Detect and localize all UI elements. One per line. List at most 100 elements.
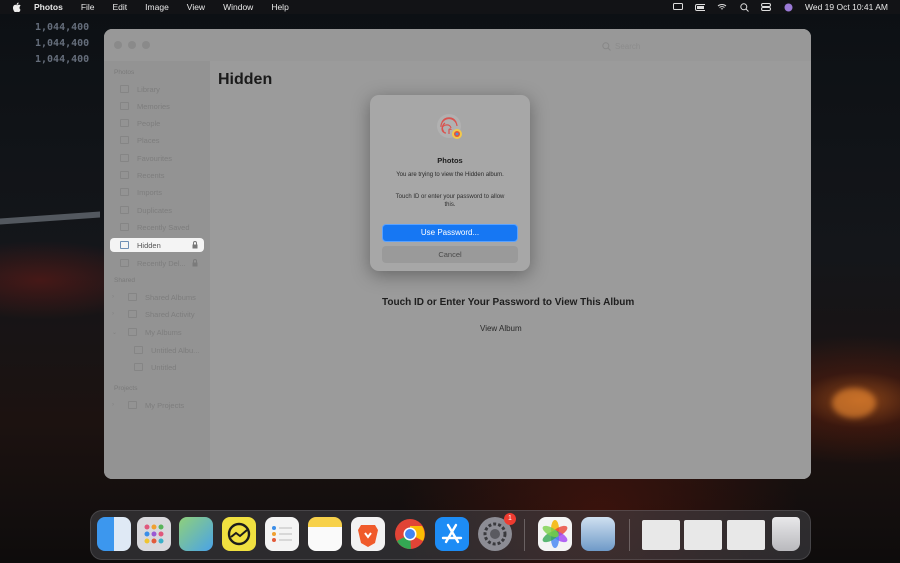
saved-icon <box>120 223 129 231</box>
sidebar-section-shared: Shared <box>114 277 135 284</box>
dock-separator <box>629 519 630 551</box>
window-titlebar[interactable]: Search <box>104 29 811 61</box>
brave-icon[interactable] <box>351 517 385 551</box>
sidebar-item-people[interactable]: People <box>110 116 204 130</box>
sidebar-item-places[interactable]: Places <box>110 133 204 147</box>
hidden-icon <box>120 241 129 249</box>
memories-icon <box>120 102 129 110</box>
wifi-icon[interactable] <box>717 2 727 12</box>
sidebar-item-untitled-album[interactable]: Untitled Albu... <box>110 343 204 357</box>
chevron-down-icon[interactable]: ⌄ <box>112 329 117 336</box>
sidebar-item-label: Untitled <box>151 362 177 372</box>
sidebar-item-label: My Projects <box>145 400 185 410</box>
close-button[interactable] <box>114 41 122 49</box>
sidebar-section-photos: Photos <box>114 69 135 76</box>
system-preferences-icon[interactable]: 1 <box>478 513 516 551</box>
dock-separator <box>524 519 525 551</box>
notes-icon[interactable] <box>308 517 342 551</box>
wallpaper-number: 1,044,400 <box>35 38 90 49</box>
sidebar-item-favourites[interactable]: Favourites <box>110 151 204 165</box>
touch-id-dialog: Photos You are trying to view the Hidden… <box>370 95 530 271</box>
menu-app-name[interactable]: Photos <box>34 2 63 12</box>
minimize-button[interactable] <box>128 41 136 49</box>
view-album-button[interactable]: View Album <box>480 324 522 333</box>
clock-datetime[interactable]: Wed 19 Oct 10:41 AM <box>805 2 888 12</box>
sidebar-item-recents[interactable]: Recents <box>110 168 204 182</box>
sidebar-item-shared-activity[interactable]: › Shared Activity <box>110 307 204 321</box>
cancel-button[interactable]: Cancel <box>382 246 518 263</box>
dialog-message: You are trying to view the Hidden album. <box>396 172 504 178</box>
zoom-button[interactable] <box>142 41 150 49</box>
menu-image[interactable]: Image <box>145 2 169 12</box>
sidebar-item-my-projects[interactable]: › My Projects <box>110 398 204 412</box>
locked-album-message: Touch ID or Enter Your Password to View … <box>382 297 635 308</box>
heart-icon <box>120 154 129 162</box>
chrome-icon[interactable] <box>393 517 427 551</box>
sidebar-item-library[interactable]: Library <box>110 82 204 96</box>
sidebar-item-untitled[interactable]: Untitled <box>110 360 204 374</box>
search-icon[interactable] <box>739 2 749 12</box>
sidebar-item-memories[interactable]: Memories <box>110 99 204 113</box>
finder-icon[interactable] <box>97 517 131 551</box>
search-field[interactable]: Search <box>602 39 712 53</box>
app-store-icon[interactable] <box>435 517 469 551</box>
wallpaper-glow <box>832 388 876 418</box>
activity-icon <box>128 310 137 318</box>
apple-menu-icon[interactable] <box>12 2 21 12</box>
sidebar-item-hidden[interactable]: Hidden <box>110 238 204 252</box>
menu-help[interactable]: Help <box>271 2 288 12</box>
sidebar-item-recently-deleted[interactable]: Recently Del... <box>110 256 204 270</box>
launchpad-icon[interactable] <box>137 517 171 551</box>
album-icon <box>134 346 143 354</box>
search-icon <box>602 41 611 51</box>
minimized-window-thumbnail[interactable] <box>727 520 765 550</box>
menu-edit[interactable]: Edit <box>113 2 128 12</box>
window-controls <box>114 41 150 49</box>
sidebar-item-label: My Albums <box>145 327 182 337</box>
sidebar-item-label: Memories <box>137 101 170 111</box>
sidebar-item-label: Recents <box>137 170 165 180</box>
wallpaper-number: 1,044,400 <box>35 22 90 33</box>
minimized-window-thumbnail[interactable] <box>642 520 680 550</box>
minimized-window-thumbnail[interactable] <box>684 520 722 550</box>
screen-mirroring-icon[interactable] <box>673 2 683 12</box>
sidebar-item-my-albums[interactable]: ⌄ My Albums <box>110 325 204 339</box>
sidebar-item-recently-saved[interactable]: Recently Saved <box>110 220 204 234</box>
sidebar-item-label: Hidden <box>137 240 161 250</box>
wallpaper-streak <box>0 211 100 225</box>
trash-icon <box>120 259 129 267</box>
chevron-right-icon[interactable]: › <box>112 311 114 317</box>
search-placeholder: Search <box>615 41 641 51</box>
use-password-button[interactable]: Use Password... <box>382 224 518 242</box>
preview-icon[interactable] <box>581 517 615 551</box>
clock-icon <box>120 171 129 179</box>
sidebar-item-label: Places <box>137 135 160 145</box>
reminders-icon[interactable] <box>265 517 299 551</box>
menu-window[interactable]: Window <box>223 2 253 12</box>
sidebar-section-projects: Projects <box>114 385 138 392</box>
album-folder-icon <box>128 328 137 336</box>
shared-albums-icon <box>128 293 137 301</box>
sidebar-item-label: Shared Albums <box>145 292 196 302</box>
photos-icon[interactable] <box>538 517 572 551</box>
trash-icon[interactable] <box>772 517 800 551</box>
sidebar-item-label: Shared Activity <box>145 309 195 319</box>
menu-view[interactable]: View <box>187 2 205 12</box>
battery-icon[interactable] <box>695 2 705 12</box>
menu-file[interactable]: File <box>81 2 95 12</box>
chevron-right-icon[interactable]: › <box>112 294 114 300</box>
dock: 1 <box>90 510 811 560</box>
sidebar-item-duplicates[interactable]: Duplicates <box>110 203 204 217</box>
basecamp-icon[interactable] <box>222 517 256 551</box>
sidebar-item-shared-albums[interactable]: › Shared Albums <box>110 290 204 304</box>
dialog-submessage: Touch ID or enter your password to allow… <box>395 194 505 208</box>
status-area: Wed 19 Oct 10:41 AM <box>673 0 888 14</box>
maps-icon[interactable] <box>179 517 213 551</box>
chevron-right-icon[interactable]: › <box>112 402 114 408</box>
control-center-icon[interactable] <box>761 2 771 12</box>
album-icon <box>134 363 143 371</box>
siri-icon[interactable] <box>783 2 793 12</box>
dialog-title: Photos <box>437 156 463 165</box>
sidebar-item-imports[interactable]: Imports <box>110 185 204 199</box>
menu-bar: Photos File Edit Image View Window Help … <box>0 0 900 14</box>
